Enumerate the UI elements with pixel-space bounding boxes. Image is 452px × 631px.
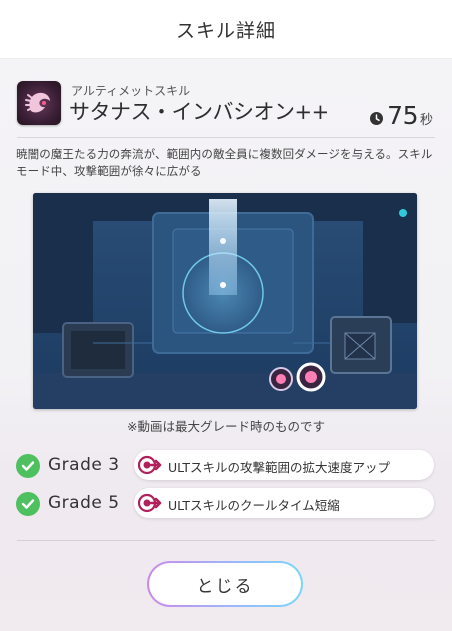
grade-bonus-text: ULTスキルのクールタイム短縮: [168, 498, 340, 513]
grade-bonus: ULTスキルのクールタイム短縮: [134, 488, 434, 518]
grade-bonus-text: ULTスキルの攻撃範囲の拡大速度アップ: [168, 460, 391, 475]
divider: [17, 540, 435, 541]
close-button[interactable]: とじる: [147, 561, 303, 607]
grade-row-5: Grade 5 ULTスキルのクールタイム短縮: [16, 487, 436, 519]
skill-description: 暁闇の魔王たる力の奔流が、範囲内の敵全員に複数回ダメージを与える。スキルモード中…: [16, 147, 433, 178]
ult-arrow-icon: [137, 491, 164, 515]
grade-row-3: Grade 3 ULTスキルの攻撃範囲の拡大速度アップ: [16, 449, 436, 481]
video-note: ※動画は最大グレード時のものです: [127, 419, 325, 434]
clock-icon: [370, 110, 384, 125]
demon-wing-icon: [17, 81, 61, 125]
modal-content: アルティメットスキル サタナス・インバシオン++ 75 秒 暁闇の魔王たる力の奔…: [0, 59, 452, 631]
grade-label: Grade 3: [48, 455, 120, 475]
cooldown-unit: 秒: [419, 113, 433, 128]
check-icon: [16, 492, 40, 516]
ult-arrow-icon: [137, 453, 164, 477]
cooldown-value: 75: [387, 101, 418, 130]
grade-bonus: ULTスキルの攻撃範囲の拡大速度アップ: [134, 450, 434, 480]
skill-preview-video[interactable]: [33, 193, 417, 409]
modal-title: スキル詳細: [175, 19, 276, 42]
skill-name: サタナス・インバシオン++: [69, 100, 329, 124]
grade-label: Grade 5: [48, 493, 120, 513]
modal-header: スキル詳細: [0, 0, 452, 59]
skill-detail-modal: スキル詳細 アルティメットスキル サタナス・インバシオン++ 75 秒 暁闇の魔…: [0, 0, 452, 631]
cooldown: 75 秒: [370, 101, 433, 130]
check-icon: [16, 454, 40, 478]
divider: [17, 137, 435, 138]
skill-header: アルティメットスキル サタナス・インバシオン++ 75 秒: [17, 81, 437, 131]
